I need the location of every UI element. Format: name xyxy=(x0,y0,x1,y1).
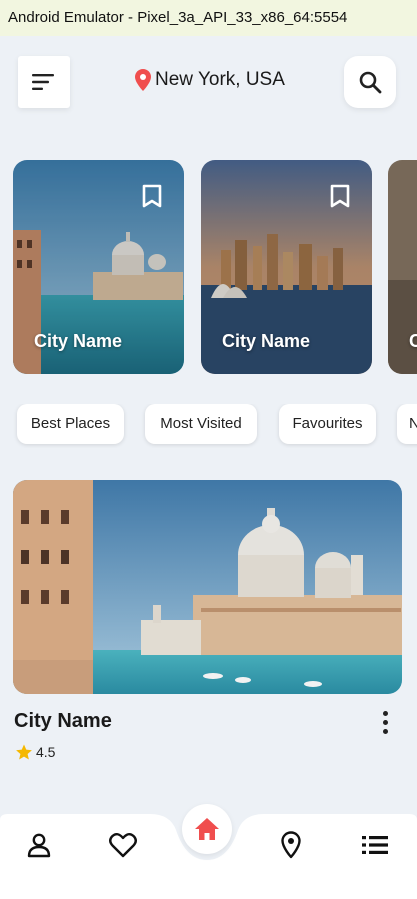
list-icon xyxy=(362,836,388,854)
chip-favourites[interactable]: Favourites xyxy=(279,404,376,444)
window-title: Android Emulator - Pixel_3a_API_33_x86_6… xyxy=(0,0,417,36)
city-card-name: City Name xyxy=(222,331,311,351)
home-icon xyxy=(195,818,219,840)
bookmark-icon[interactable] xyxy=(142,184,162,208)
bookmark-icon[interactable] xyxy=(330,184,350,208)
location-pin-icon xyxy=(281,831,301,859)
nav-favourites[interactable] xyxy=(103,825,143,865)
nav-location[interactable] xyxy=(271,825,311,865)
nav-profile[interactable] xyxy=(19,825,59,865)
nav-home[interactable] xyxy=(182,804,232,854)
city-card-name: City Name xyxy=(34,331,123,351)
location-pin-icon xyxy=(135,69,151,91)
city-card[interactable]: City Name xyxy=(201,160,372,374)
nav-list[interactable] xyxy=(355,825,395,865)
star-icon xyxy=(16,744,32,760)
more-vertical-icon[interactable] xyxy=(374,708,396,736)
city-image xyxy=(13,480,402,694)
heart-icon xyxy=(109,832,137,858)
app-screen: New York, USA City Name City Name C Best… xyxy=(0,36,417,899)
profile-icon xyxy=(27,833,51,858)
featured-city-title: City Name xyxy=(14,710,112,732)
current-location[interactable]: New York, USA xyxy=(135,69,285,91)
menu-button[interactable] xyxy=(18,56,70,108)
featured-city-image[interactable] xyxy=(13,480,402,694)
chip-partial[interactable]: N xyxy=(397,404,417,444)
menu-icon xyxy=(32,74,54,90)
city-carousel[interactable]: City Name City Name C xyxy=(0,160,417,376)
rating-value: 4.5 xyxy=(36,744,56,760)
city-card[interactable]: C xyxy=(388,160,417,374)
chip-most-visited[interactable]: Most Visited xyxy=(145,404,257,444)
featured-rating: 4.5 xyxy=(15,743,55,761)
category-chips: Best Places Most Visited Favourites N xyxy=(0,404,417,448)
search-button[interactable] xyxy=(344,56,396,108)
search-icon xyxy=(359,71,382,94)
chip-best-places[interactable]: Best Places xyxy=(17,404,124,444)
city-card[interactable]: City Name xyxy=(13,160,184,374)
location-label: New York, USA xyxy=(155,69,285,90)
city-card-name: C xyxy=(409,331,417,351)
